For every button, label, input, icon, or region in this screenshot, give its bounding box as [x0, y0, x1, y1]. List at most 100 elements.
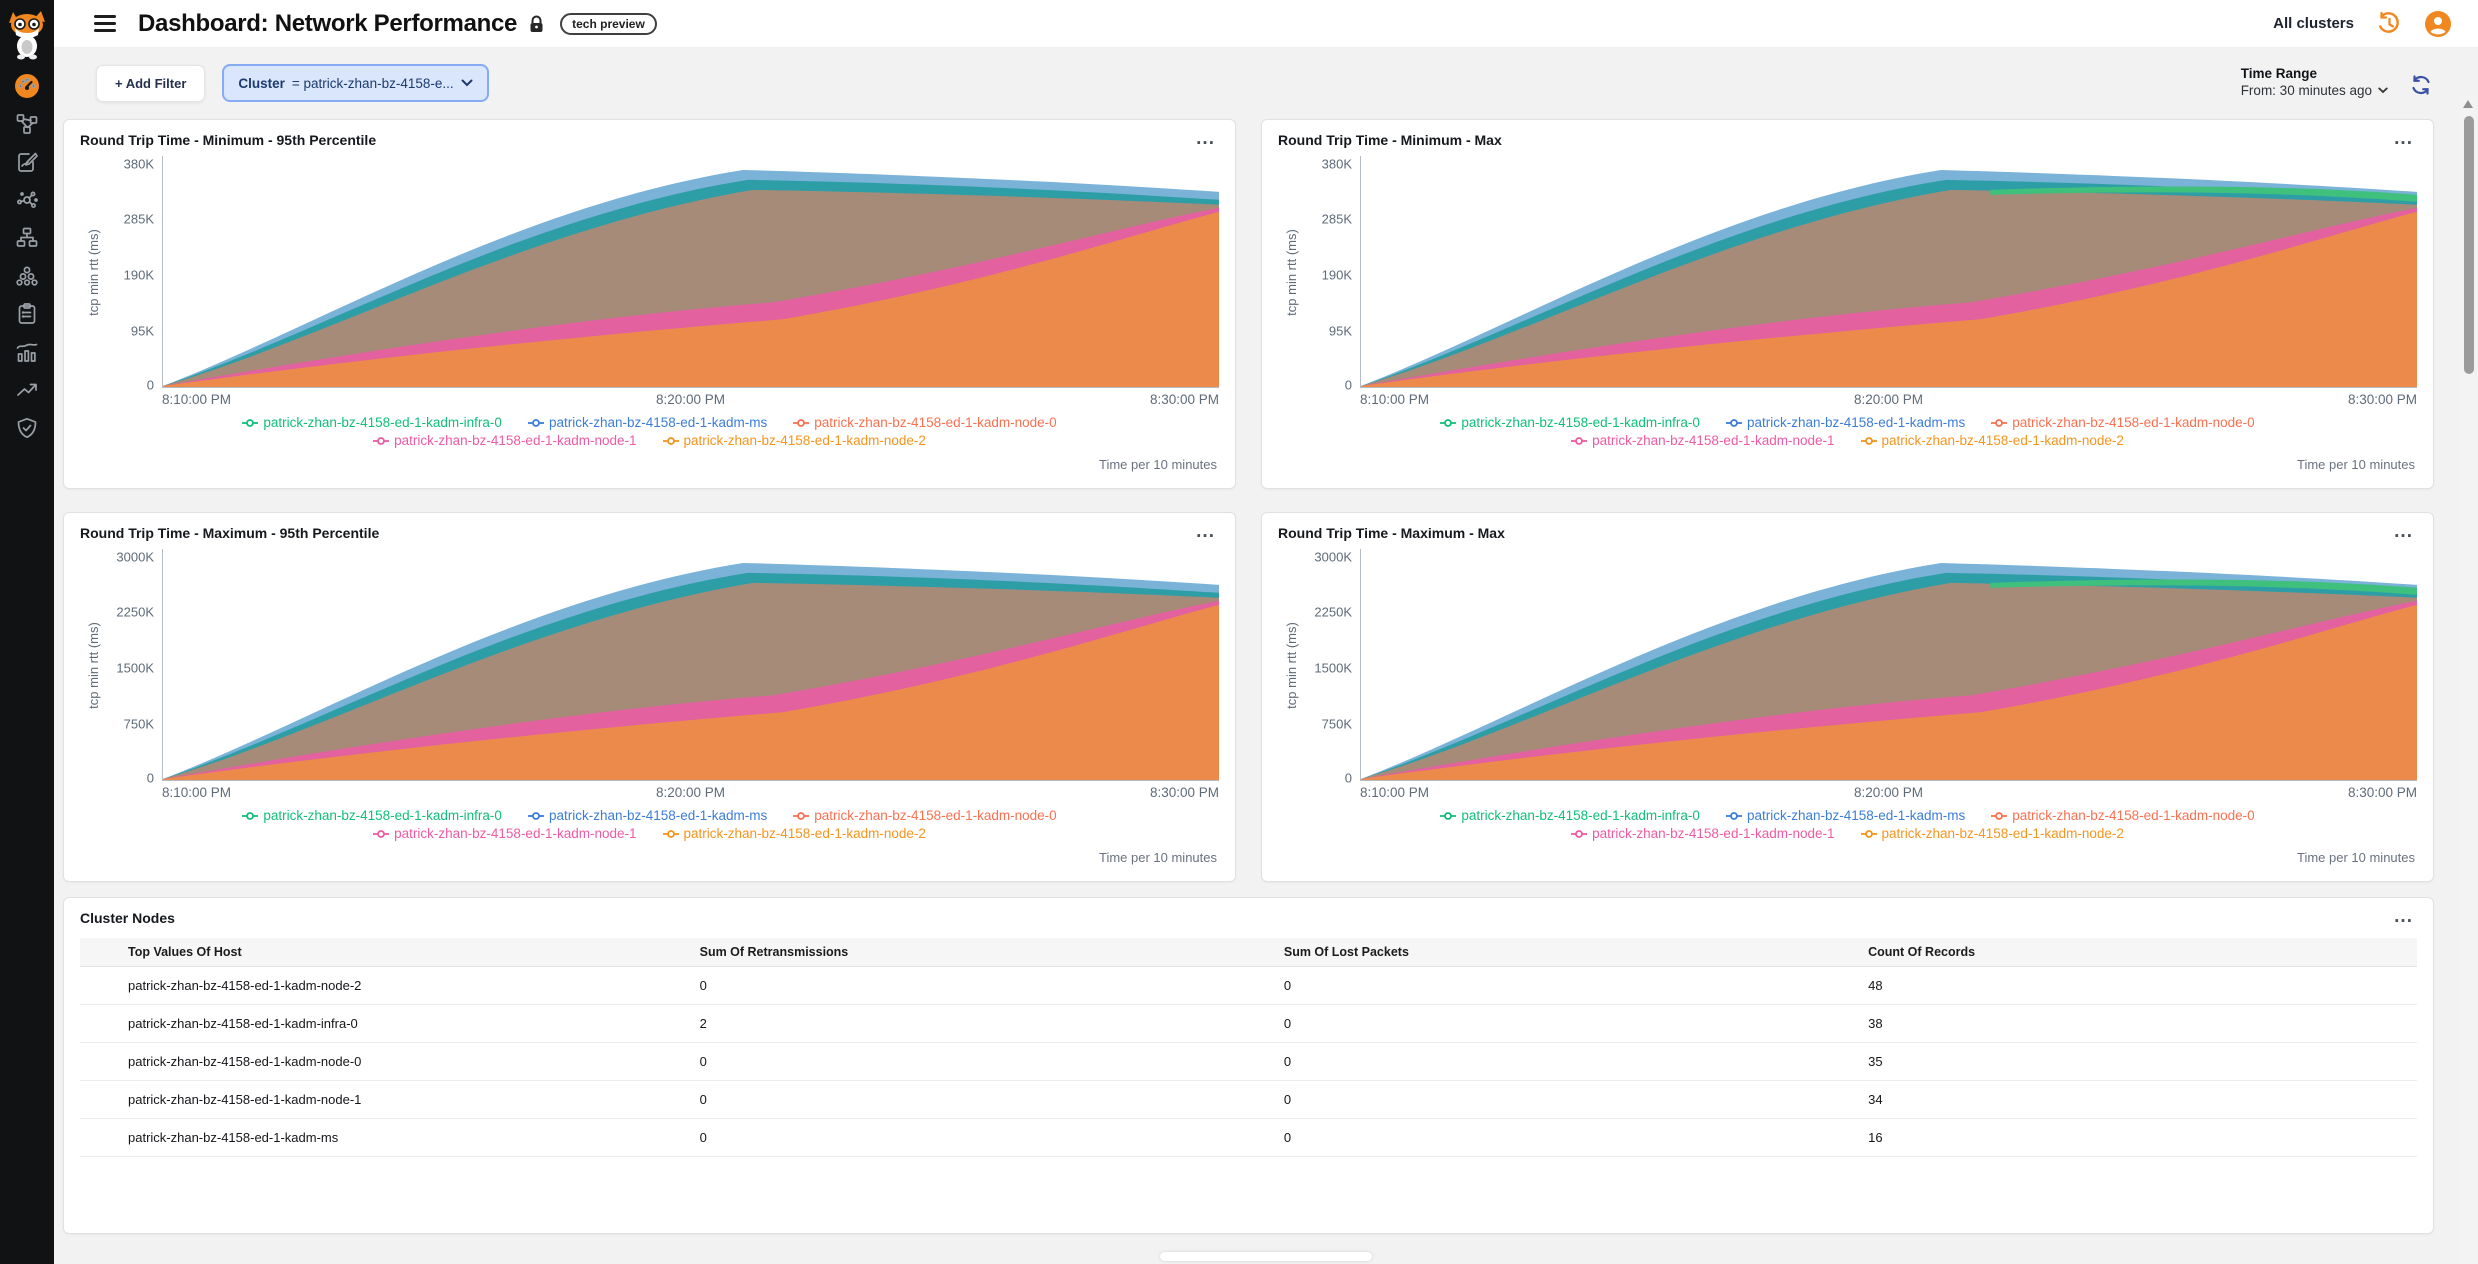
legend-item[interactable]: patrick-zhan-bz-4158-ed-1-kadm-node-0 — [1991, 808, 2254, 823]
legend-item[interactable]: patrick-zhan-bz-4158-ed-1-kadm-infra-0 — [1440, 808, 1700, 823]
horizontal-scrollbar-thumb[interactable] — [1160, 1252, 1372, 1261]
legend-item[interactable]: patrick-zhan-bz-4158-ed-1-kadm-ms — [528, 808, 767, 823]
time-range-title: Time Range — [2241, 66, 2388, 81]
y-axis-label: tcp min rtt (ms) — [1284, 622, 1299, 709]
time-range-value[interactable]: From: 30 minutes ago — [2241, 83, 2388, 98]
metrics-bar-chart-icon[interactable] — [14, 340, 40, 364]
menu-hamburger-icon[interactable] — [94, 15, 116, 32]
plot-area[interactable] — [1360, 549, 2417, 781]
filter-bar: + Add Filter Cluster = patrick-zhan-bz-4… — [63, 63, 2434, 103]
y-axis-ticks: 3000K2250K1500K750K0 — [1304, 549, 1360, 781]
panel-options-button[interactable]: ... — [2390, 910, 2417, 924]
legend-item[interactable]: patrick-zhan-bz-4158-ed-1-kadm-ms — [1726, 808, 1965, 823]
legend-item[interactable]: patrick-zhan-bz-4158-ed-1-kadm-node-1 — [1571, 826, 1834, 841]
y-axis-ticks: 380K285K190K95K0 — [106, 156, 162, 388]
x-axis-note: Time per 10 minutes — [1278, 457, 2417, 472]
panel-title: Round Trip Time - Maximum - 95th Percent… — [80, 525, 379, 541]
table-row[interactable]: patrick-zhan-bz-4158-ed-1-kadm-node-1003… — [80, 1081, 2417, 1119]
charts-grid: Round Trip Time - Minimum - 95th Percent… — [63, 119, 2434, 882]
cluster-filter-pill[interactable]: Cluster = patrick-zhan-bz-4158-e... — [222, 64, 488, 102]
sidebar — [0, 0, 54, 1264]
user-avatar-icon[interactable] — [2424, 10, 2452, 38]
all-clusters-label[interactable]: All clusters — [2273, 15, 2354, 32]
logs-clipboard-icon[interactable] — [14, 302, 40, 326]
x-axis-note: Time per 10 minutes — [1278, 850, 2417, 865]
legend-item[interactable]: patrick-zhan-bz-4158-ed-1-kadm-node-2 — [1861, 433, 2124, 448]
panel-title: Round Trip Time - Minimum - Max — [1278, 132, 1502, 148]
table-row[interactable]: patrick-zhan-bz-4158-ed-1-kadm-node-0003… — [80, 1043, 2417, 1081]
trace-molecule-icon[interactable] — [14, 188, 40, 212]
table-row[interactable]: patrick-zhan-bz-4158-ed-1-kadm-infra-020… — [80, 1005, 2417, 1043]
table-row[interactable]: patrick-zhan-bz-4158-ed-1-kadm-node-2004… — [80, 967, 2417, 1005]
table-row[interactable]: patrick-zhan-bz-4158-ed-1-kadm-ms0016 — [80, 1119, 2417, 1157]
plot-area[interactable] — [162, 549, 1219, 781]
cluster-filter-value: = patrick-zhan-bz-4158-e... — [292, 76, 454, 91]
service-cluster-icon[interactable] — [14, 264, 40, 288]
y-axis-ticks: 380K285K190K95K0 — [1304, 156, 1360, 388]
legend-item[interactable]: patrick-zhan-bz-4158-ed-1-kadm-infra-0 — [242, 415, 502, 430]
app-root: Dashboard: Network Performance tech prev… — [0, 0, 2478, 1264]
cluster-filter-field: Cluster — [238, 76, 285, 91]
col-retransmissions[interactable]: Sum Of Retransmissions — [688, 938, 1272, 967]
area-chart: tcp min rtt (ms) 380K285K190K95K0 — [1278, 156, 2417, 388]
page-title: Dashboard: Network Performance — [138, 10, 517, 38]
col-count-records[interactable]: Count Of Records — [1856, 938, 2417, 967]
legend-item[interactable]: patrick-zhan-bz-4158-ed-1-kadm-node-0 — [793, 415, 1056, 430]
report-edit-icon[interactable] — [14, 150, 40, 174]
infrastructure-sitemap-icon[interactable] — [14, 226, 40, 250]
panel-rtt-min-95th: Round Trip Time - Minimum - 95th Percent… — [63, 119, 1236, 489]
table-title: Cluster Nodes — [80, 910, 175, 926]
security-shield-icon[interactable] — [14, 416, 40, 440]
y-axis-label: tcp min rtt (ms) — [1284, 229, 1299, 316]
dashboard-content: + Add Filter Cluster = patrick-zhan-bz-4… — [54, 47, 2478, 1264]
legend-item[interactable]: patrick-zhan-bz-4158-ed-1-kadm-node-2 — [663, 433, 926, 448]
legend-item[interactable]: patrick-zhan-bz-4158-ed-1-kadm-infra-0 — [1440, 415, 1700, 430]
x-axis-ticks: 8:10:00 PM8:20:00 PM8:30:00 PM — [1360, 785, 2417, 800]
chevron-down-icon — [2378, 87, 2388, 94]
sidebar-nav — [14, 74, 40, 440]
area-chart: tcp min rtt (ms) 380K285K190K95K0 — [80, 156, 1219, 388]
legend-item[interactable]: patrick-zhan-bz-4158-ed-1-kadm-node-0 — [1991, 415, 2254, 430]
tech-preview-badge: tech preview — [560, 13, 657, 35]
scroll-up-arrow-icon[interactable] — [2463, 100, 2473, 108]
add-filter-button[interactable]: + Add Filter — [96, 65, 205, 102]
time-range-area: Time Range From: 30 minutes ago — [2241, 66, 2434, 101]
table-header-row: Top Values Of Host Sum Of Retransmission… — [80, 938, 2417, 967]
dashboard-gauge-icon[interactable] — [14, 74, 40, 98]
panel-options-button[interactable]: ... — [2390, 132, 2417, 146]
main-area: Dashboard: Network Performance tech prev… — [54, 0, 2478, 1264]
legend-item[interactable]: patrick-zhan-bz-4158-ed-1-kadm-node-1 — [373, 433, 636, 448]
x-axis-ticks: 8:10:00 PM8:20:00 PM8:30:00 PM — [162, 785, 1219, 800]
panel-rtt-max-max: Round Trip Time - Maximum - Max ... tcp … — [1261, 512, 2434, 882]
plot-area[interactable] — [162, 156, 1219, 388]
plot-area[interactable] — [1360, 156, 2417, 388]
legend-item[interactable]: patrick-zhan-bz-4158-ed-1-kadm-infra-0 — [242, 808, 502, 823]
legend-item[interactable]: patrick-zhan-bz-4158-ed-1-kadm-node-2 — [1861, 826, 2124, 841]
x-axis-note: Time per 10 minutes — [80, 850, 1219, 865]
legend-item[interactable]: patrick-zhan-bz-4158-ed-1-kadm-node-2 — [663, 826, 926, 841]
y-axis-label: tcp min rtt (ms) — [86, 622, 101, 709]
trend-arrow-icon[interactable] — [14, 378, 40, 402]
panel-options-button[interactable]: ... — [2390, 525, 2417, 539]
legend-item[interactable]: patrick-zhan-bz-4158-ed-1-kadm-ms — [528, 415, 767, 430]
top-header: Dashboard: Network Performance tech prev… — [54, 0, 2478, 47]
y-axis-ticks: 3000K2250K1500K750K0 — [106, 549, 162, 781]
legend-item[interactable]: patrick-zhan-bz-4158-ed-1-kadm-ms — [1726, 415, 1965, 430]
area-chart: tcp min rtt (ms) 3000K2250K1500K750K0 — [80, 549, 1219, 781]
col-host[interactable]: Top Values Of Host — [80, 938, 688, 967]
history-icon[interactable] — [2376, 12, 2402, 36]
vertical-scrollbar-thumb[interactable] — [2464, 116, 2474, 374]
col-lost-packets[interactable]: Sum Of Lost Packets — [1272, 938, 1856, 967]
topology-icon[interactable] — [14, 112, 40, 136]
topbar-right: All clusters — [2273, 10, 2452, 38]
panel-options-button[interactable]: ... — [1192, 525, 1219, 539]
refresh-icon[interactable] — [2410, 74, 2432, 101]
time-range-block: Time Range From: 30 minutes ago — [2241, 66, 2388, 98]
legend-item[interactable]: patrick-zhan-bz-4158-ed-1-kadm-node-0 — [793, 808, 1056, 823]
legend-item[interactable]: patrick-zhan-bz-4158-ed-1-kadm-node-1 — [1571, 433, 1834, 448]
legend-item[interactable]: patrick-zhan-bz-4158-ed-1-kadm-node-1 — [373, 826, 636, 841]
panel-options-button[interactable]: ... — [1192, 132, 1219, 146]
x-axis-ticks: 8:10:00 PM8:20:00 PM8:30:00 PM — [1360, 392, 2417, 407]
cat-logo-icon[interactable] — [5, 8, 49, 60]
panel-title: Round Trip Time - Minimum - 95th Percent… — [80, 132, 376, 148]
